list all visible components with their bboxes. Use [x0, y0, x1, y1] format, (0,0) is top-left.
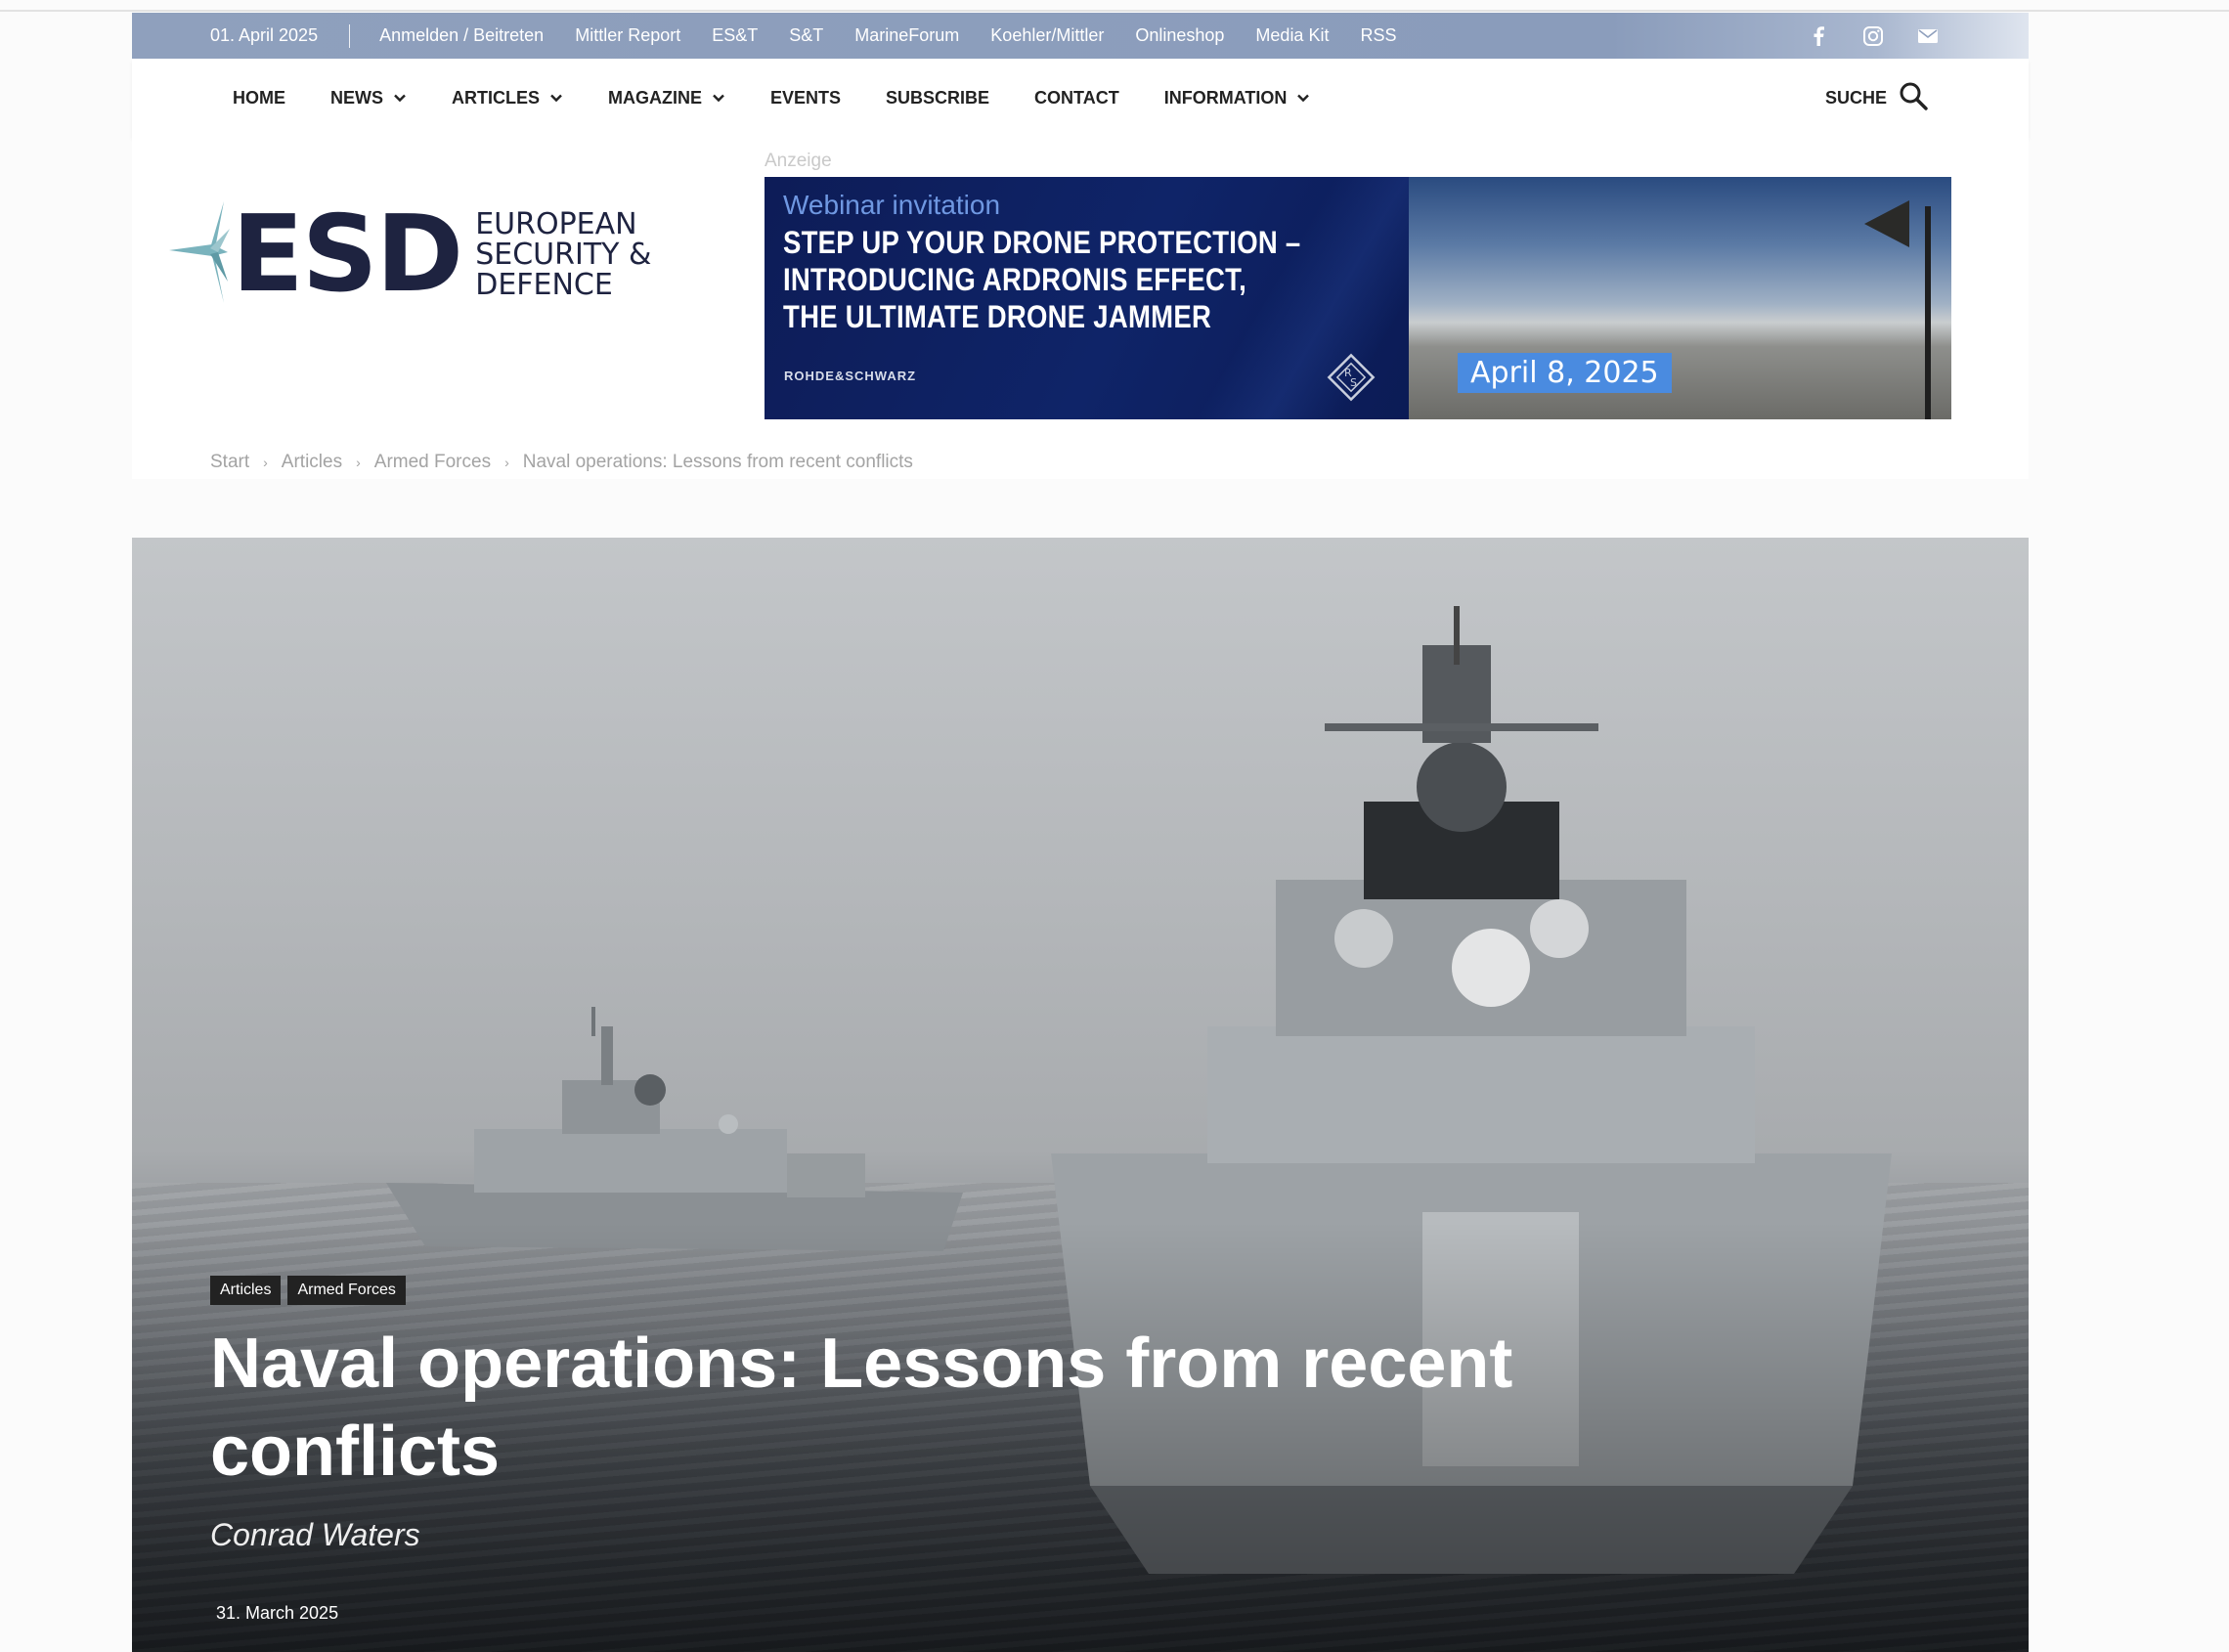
ad-event-date: April 8, 2025 [1458, 353, 1672, 393]
link-login[interactable]: Anmelden / Beitreten [379, 25, 544, 46]
ad-image-panel: April 8, 2025 [1409, 177, 1951, 419]
antenna-pole [1925, 206, 1931, 419]
breadcrumb-articles[interactable]: Articles [282, 452, 342, 473]
chevron-right-icon: › [504, 455, 509, 470]
ad-text-panel: Webinar invitation STEP UP YOUR DRONE PR… [765, 177, 1409, 419]
chevron-down-icon [1296, 91, 1310, 105]
utility-links: Anmelden / Beitreten Mittler Report ES&T… [379, 25, 1427, 46]
svg-text:S: S [1350, 376, 1357, 389]
logo-line: EUROPEAN [475, 207, 637, 241]
article-author[interactable]: Conrad Waters [210, 1517, 420, 1553]
instagram-icon[interactable] [1862, 25, 1884, 47]
nav-item-contact[interactable]: CONTACT [1034, 88, 1119, 109]
breadcrumb-start[interactable]: Start [210, 452, 249, 473]
breadcrumb-current: Naval operations: Lessons from recent co… [522, 452, 913, 472]
category-tag-articles[interactable]: Articles [210, 1276, 282, 1305]
ad-brand: ROHDE&SCHWARZ [784, 369, 917, 383]
nav-item-label: HOME [233, 87, 285, 108]
logo-line: SECURITY & [475, 238, 652, 272]
logo-fullname: EUROPEAN SECURITY & DEFENCE [475, 209, 651, 300]
ad-headline: STEP UP YOUR DRONE PROTECTION – INTRODUC… [783, 224, 1388, 335]
rohde-schwarz-logo-icon: RS [1324, 350, 1378, 405]
nav-item-news[interactable]: NEWS [330, 88, 407, 109]
link-mittler-report[interactable]: Mittler Report [575, 25, 680, 46]
antenna-dish [1864, 200, 1909, 247]
ad-label: Anzeige [765, 151, 832, 171]
social-links [1808, 25, 1939, 47]
category-tags: Articles Armed Forces [210, 1276, 406, 1305]
category-tag-armed-forces[interactable]: Armed Forces [287, 1276, 406, 1305]
divider [349, 23, 351, 48]
chevron-right-icon: › [356, 455, 361, 470]
nav-item-label: SUBSCRIBE [886, 87, 990, 108]
main-navigation: HOME NEWS ARTICLES MAGAZINE EVENTS SUBSC… [132, 59, 2029, 137]
logo-mark-icon [167, 199, 232, 310]
search-button[interactable]: SUCHE [1825, 81, 1928, 115]
article-title: Naval operations: Lessons from recent co… [210, 1325, 1513, 1491]
search-icon [1899, 81, 1928, 115]
link-koehler-mittler[interactable]: Koehler/Mittler [990, 25, 1104, 46]
site-logo[interactable]: ESD EUROPEAN SECURITY & DEFENCE [167, 199, 651, 310]
ad-headline-line: INTRODUCING ARDRONIS EFFECT, [783, 262, 1247, 297]
chevron-right-icon: › [263, 455, 268, 470]
nav-items: HOME NEWS ARTICLES MAGAZINE EVENTS SUBSC… [233, 88, 1355, 109]
link-rss[interactable]: RSS [1360, 25, 1396, 46]
nav-item-information[interactable]: INFORMATION [1164, 88, 1311, 109]
mail-icon[interactable] [1917, 25, 1939, 47]
article-hero: Articles Armed Forces Naval operations: … [132, 538, 2029, 1652]
top-utility-bar: 01. April 2025 Anmelden / Beitreten Mitt… [132, 13, 2029, 59]
link-s-t[interactable]: S&T [789, 25, 823, 46]
facebook-icon[interactable] [1808, 25, 1829, 47]
ad-headline-line: STEP UP YOUR DRONE PROTECTION – [783, 225, 1301, 260]
nav-item-label: INFORMATION [1163, 87, 1288, 108]
nav-item-articles[interactable]: ARTICLES [452, 88, 563, 109]
breadcrumb: Start › Articles › Armed Forces › Naval … [210, 452, 913, 473]
link-media-kit[interactable]: Media Kit [1255, 25, 1329, 46]
chevron-down-icon [549, 91, 563, 105]
advertisement-banner[interactable]: Webinar invitation STEP UP YOUR DRONE PR… [765, 177, 2229, 419]
logo-abbreviation: ESD [232, 193, 463, 316]
chevron-down-icon [712, 91, 725, 105]
current-date: 01. April 2025 [210, 25, 319, 45]
nav-item-label: ARTICLES [452, 87, 540, 108]
search-label: SUCHE [1824, 87, 1887, 108]
link-es-t[interactable]: ES&T [712, 25, 758, 46]
nav-item-home[interactable]: HOME [233, 88, 285, 109]
nav-item-label: EVENTS [770, 87, 842, 108]
nav-item-subscribe[interactable]: SUBSCRIBE [886, 88, 989, 109]
breadcrumb-armed-forces[interactable]: Armed Forces [374, 452, 491, 473]
ad-headline-line: THE ULTIMATE DRONE JAMMER [783, 299, 1212, 334]
logo-line: DEFENCE [475, 268, 613, 302]
top-border [0, 10, 2229, 12]
nav-item-label: CONTACT [1034, 87, 1119, 108]
page-container: 01. April 2025 Anmelden / Beitreten Mitt… [132, 13, 2029, 479]
link-marineforum[interactable]: MarineForum [854, 25, 959, 46]
chevron-down-icon [393, 91, 407, 105]
nav-item-magazine[interactable]: MAGAZINE [608, 88, 725, 109]
nav-item-events[interactable]: EVENTS [770, 88, 841, 109]
nav-item-label: MAGAZINE [608, 87, 702, 108]
nav-item-label: NEWS [330, 87, 383, 108]
site-header: ESD EUROPEAN SECURITY & DEFENCE Anzeige … [132, 137, 2029, 479]
ad-kicker: Webinar invitation [783, 190, 1001, 220]
article-date: 31. March 2025 [216, 1603, 339, 1623]
link-onlineshop[interactable]: Onlineshop [1135, 25, 1224, 46]
